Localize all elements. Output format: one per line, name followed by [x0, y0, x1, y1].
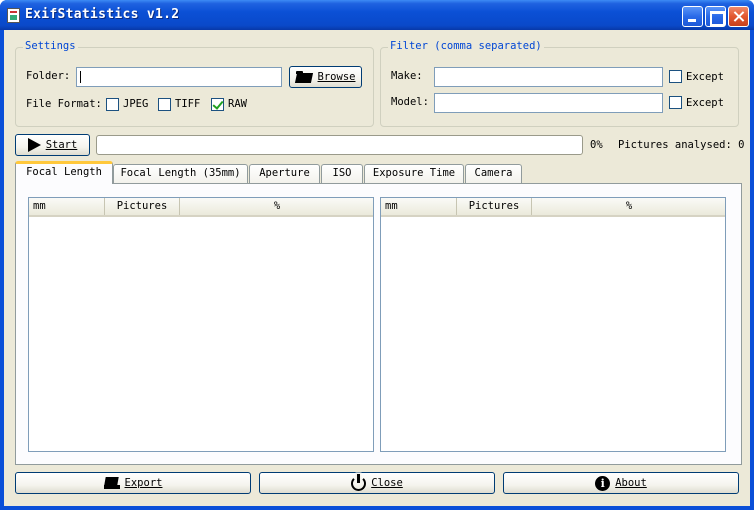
title-bar[interactable]: ExifStatistics v1.2: [0, 0, 754, 30]
close-button-label: Close: [371, 477, 403, 489]
folder-label: Folder:: [26, 70, 71, 82]
drive-icon: [103, 477, 120, 489]
tab-label: Camera: [474, 167, 513, 179]
settings-group: Settings Folder: Browse File Format: JPE…: [15, 40, 374, 127]
power-icon: [351, 473, 367, 491]
model-except-checkbox[interactable]: [669, 96, 682, 109]
export-button-label: Export: [124, 477, 163, 489]
close-window-button[interactable]: [728, 6, 749, 27]
jpeg-label: JPEG: [123, 98, 149, 110]
filter-group: Filter (comma separated) Make: Except Mo…: [380, 40, 739, 127]
column-header-percent[interactable]: %: [180, 198, 374, 215]
tab-aperture[interactable]: Aperture: [249, 164, 320, 183]
tab-label: Exposure Time: [372, 167, 456, 179]
model-except-label: Except: [686, 97, 724, 109]
browse-button-label: Browse: [317, 71, 356, 83]
browse-button[interactable]: Browse: [289, 66, 362, 88]
play-icon: [27, 138, 41, 152]
file-format-label: File Format:: [26, 98, 102, 110]
close-button[interactable]: Close: [259, 472, 495, 494]
jpeg-checkbox[interactable]: [106, 98, 119, 111]
column-header-percent[interactable]: %: [532, 198, 726, 215]
folder-input[interactable]: [76, 67, 282, 87]
column-header-mm[interactable]: mm: [29, 198, 105, 215]
tiff-checkbox[interactable]: [158, 98, 171, 111]
folder-icon: [295, 71, 313, 83]
tab-label: Focal Length: [26, 166, 102, 178]
make-except-label: Except: [686, 71, 724, 83]
window-title: ExifStatistics v1.2: [25, 7, 180, 22]
start-button[interactable]: Start: [15, 134, 90, 156]
model-label: Model:: [391, 96, 429, 108]
tab-exposure-time[interactable]: Exposure Time: [364, 164, 464, 183]
raw-checkbox[interactable]: [211, 98, 224, 111]
make-input[interactable]: [434, 67, 663, 87]
focal-length-list-right[interactable]: mm Pictures %: [380, 197, 726, 452]
tab-label: Focal Length (35mm): [120, 167, 241, 179]
tab-camera[interactable]: Camera: [465, 164, 522, 183]
pictures-analysed: Pictures analysed: 0: [618, 139, 745, 151]
progress-percent: 0%: [590, 139, 603, 151]
tab-iso[interactable]: ISO: [321, 164, 363, 183]
app-icon[interactable]: [7, 8, 20, 23]
info-icon: i: [595, 475, 611, 491]
settings-group-title: Settings: [23, 40, 78, 52]
column-header-pictures[interactable]: Pictures: [457, 198, 532, 215]
tab-panel: mm Pictures % mm Pictures %: [15, 183, 742, 465]
about-button-label: About: [615, 477, 647, 489]
about-button[interactable]: i About: [503, 472, 739, 494]
focal-length-list-left[interactable]: mm Pictures %: [28, 197, 374, 452]
tiff-label: TIFF: [175, 98, 201, 110]
export-button[interactable]: Export: [15, 472, 251, 494]
make-label: Make:: [391, 70, 423, 82]
model-input[interactable]: [434, 93, 663, 113]
tab-focal-length[interactable]: Focal Length: [15, 161, 113, 184]
minimize-button[interactable]: [682, 6, 703, 27]
raw-label: RAW: [228, 98, 247, 110]
start-button-label: Start: [45, 139, 78, 151]
filter-group-title: Filter (comma separated): [388, 40, 544, 52]
progress-bar: [96, 135, 583, 155]
maximize-button[interactable]: [705, 6, 726, 27]
tab-label: Aperture: [259, 167, 310, 179]
tab-focal-length-35mm[interactable]: Focal Length (35mm): [113, 164, 248, 183]
text-caret: [80, 71, 81, 83]
list-header: mm Pictures %: [29, 198, 373, 217]
column-header-pictures[interactable]: Pictures: [105, 198, 180, 215]
make-except-checkbox[interactable]: [669, 70, 682, 83]
list-header: mm Pictures %: [381, 198, 725, 217]
column-header-mm[interactable]: mm: [381, 198, 457, 215]
main-window: ExifStatistics v1.2 Settings Folder: Bro…: [0, 0, 754, 510]
tab-label: ISO: [332, 167, 352, 179]
client-area: Settings Folder: Browse File Format: JPE…: [4, 30, 750, 506]
